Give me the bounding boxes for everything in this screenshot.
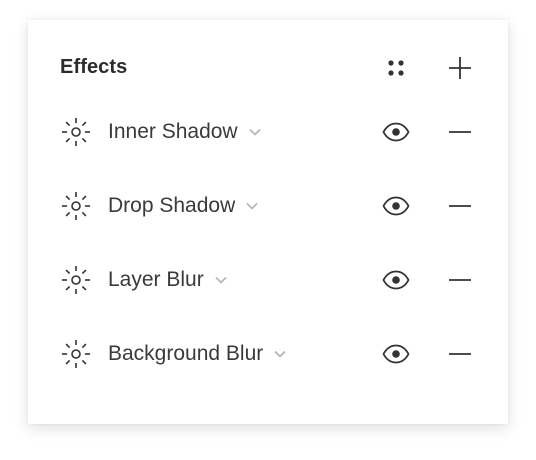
effect-type-dropdown[interactable]: Background Blur [108,336,287,372]
effect-type-label: Layer Blur [108,268,204,291]
minus-icon [448,268,472,292]
add-effect-button[interactable] [444,52,476,84]
effect-sun-icon [60,338,92,370]
chevron-down-icon [245,199,259,213]
effect-type-label: Background Blur [108,342,264,365]
effect-type-label: Inner Shadow [108,120,238,143]
chevron-down-icon [248,125,262,139]
effects-header: Effects [28,20,508,116]
remove-effect-button[interactable] [444,116,476,148]
effect-row: Inner Shadow [28,108,508,156]
effect-sun-icon [60,264,92,296]
chevron-down-icon [214,273,228,287]
effect-type-dropdown[interactable]: Layer Blur [108,262,228,298]
eye-icon [382,270,410,290]
styles-grid-icon [388,60,404,76]
visibility-toggle[interactable] [380,264,412,296]
effect-row: Drop Shadow [28,182,508,230]
effect-row: Layer Blur [28,256,508,304]
remove-effect-button[interactable] [444,264,476,296]
remove-effect-button[interactable] [444,338,476,370]
eye-icon [382,122,410,142]
effect-sun-icon [60,116,92,148]
remove-effect-button[interactable] [444,190,476,222]
effects-panel: Effects Inner Shadow Drop Shadow Layer B… [28,20,508,424]
minus-icon [448,342,472,366]
effect-row: Background Blur [28,330,508,378]
styles-button[interactable] [380,52,412,84]
visibility-toggle[interactable] [380,116,412,148]
eye-icon [382,344,410,364]
plus-icon [449,57,471,79]
effect-settings-button[interactable] [60,190,92,222]
effect-settings-button[interactable] [60,338,92,370]
effect-type-dropdown[interactable]: Drop Shadow [108,188,259,224]
effect-settings-button[interactable] [60,116,92,148]
panel-title: Effects [60,56,128,78]
effect-type-dropdown[interactable]: Inner Shadow [108,114,262,150]
effect-settings-button[interactable] [60,264,92,296]
chevron-down-icon [273,347,287,361]
visibility-toggle[interactable] [380,190,412,222]
minus-icon [448,120,472,144]
effect-sun-icon [60,190,92,222]
minus-icon [448,194,472,218]
eye-icon [382,196,410,216]
effect-type-label: Drop Shadow [108,194,236,217]
visibility-toggle[interactable] [380,338,412,370]
